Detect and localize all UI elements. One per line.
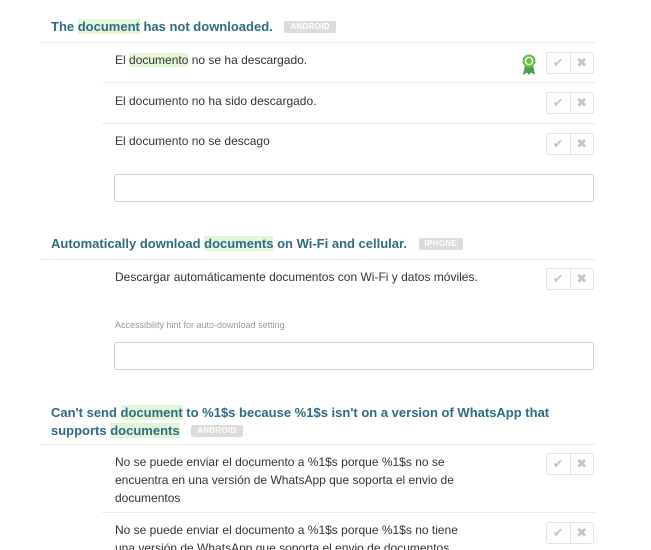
vote-buttons: ✔ ✖ xyxy=(546,52,594,74)
close-icon: ✖ xyxy=(576,525,588,540)
reject-button[interactable]: ✖ xyxy=(569,523,594,543)
close-icon: ✖ xyxy=(576,456,588,471)
title-text: has not downloaded. xyxy=(139,19,273,34)
check-icon: ✔ xyxy=(552,456,564,471)
source-string-title: Can't send document to %1$s because %1$s… xyxy=(51,404,561,440)
award-ribbon-icon xyxy=(522,54,536,75)
translation-input[interactable] xyxy=(114,342,594,370)
translation-option: El documento no ha sido descargado. xyxy=(115,94,317,108)
check-icon: ✔ xyxy=(552,136,564,151)
reject-button[interactable]: ✖ xyxy=(569,134,594,154)
close-icon: ✖ xyxy=(576,136,588,151)
check-icon: ✔ xyxy=(552,55,564,70)
approve-button[interactable]: ✔ xyxy=(547,454,570,474)
close-icon: ✖ xyxy=(576,271,588,286)
approve-button[interactable]: ✔ xyxy=(547,523,570,543)
glossary-term[interactable]: documents xyxy=(110,423,180,438)
title-text: on Wi-Fi and cellular. xyxy=(273,236,407,251)
approve-button[interactable]: ✔ xyxy=(547,134,570,154)
glossary-term[interactable]: document xyxy=(77,19,140,34)
vote-buttons: ✔ ✖ xyxy=(546,92,594,114)
translation-option: Descargar automáticamente documentos con… xyxy=(115,270,478,284)
reject-button[interactable]: ✖ xyxy=(569,454,594,474)
translation-input[interactable] xyxy=(114,174,594,202)
divider xyxy=(40,444,596,445)
platform-badge: IPHONE xyxy=(418,238,464,250)
title-text: Can't send xyxy=(51,405,121,420)
option-text: El xyxy=(115,53,130,67)
approve-button[interactable]: ✔ xyxy=(547,53,570,73)
source-string-title: Automatically download documents on Wi-F… xyxy=(51,235,571,253)
title-text: The xyxy=(51,19,78,34)
divider xyxy=(40,259,596,260)
check-icon: ✔ xyxy=(552,525,564,540)
title-text: Automatically download xyxy=(51,236,205,251)
check-icon: ✔ xyxy=(552,271,564,286)
reject-button[interactable]: ✖ xyxy=(569,93,594,113)
translation-page: The document has not downloaded. ANDROID… xyxy=(0,0,651,550)
divider xyxy=(40,42,596,43)
source-string-title: The document has not downloaded. ANDROID xyxy=(51,18,571,36)
vote-buttons: ✔ ✖ xyxy=(546,268,594,290)
translation-option: El documento no se descago xyxy=(115,134,270,148)
close-icon: ✖ xyxy=(576,95,588,110)
close-icon: ✖ xyxy=(576,55,588,70)
platform-badge: ANDROID xyxy=(191,425,243,437)
glossary-term[interactable]: documento xyxy=(129,53,189,67)
vote-buttons: ✔ ✖ xyxy=(546,522,594,544)
translation-option: No se puede enviar el documento a %1$s p… xyxy=(115,523,458,550)
translation-option: El documento no se ha descargado. xyxy=(115,51,505,69)
approve-button[interactable]: ✔ xyxy=(547,93,570,113)
glossary-term[interactable]: document xyxy=(120,405,183,420)
translation-option: No se puede enviar el documento a %1$s p… xyxy=(115,455,454,505)
reject-button[interactable]: ✖ xyxy=(569,53,594,73)
accessibility-hint: Accessibility hint for auto-download set… xyxy=(115,320,285,330)
glossary-term[interactable]: documents xyxy=(204,236,274,251)
vote-buttons: ✔ ✖ xyxy=(546,453,594,475)
divider xyxy=(102,82,596,83)
check-icon: ✔ xyxy=(552,95,564,110)
option-text: no se ha descargado. xyxy=(188,53,308,67)
divider xyxy=(102,512,596,513)
vote-buttons: ✔ ✖ xyxy=(546,133,594,155)
reject-button[interactable]: ✖ xyxy=(569,269,594,289)
approve-button[interactable]: ✔ xyxy=(547,269,570,289)
platform-badge: ANDROID xyxy=(284,21,336,33)
divider xyxy=(102,123,596,124)
